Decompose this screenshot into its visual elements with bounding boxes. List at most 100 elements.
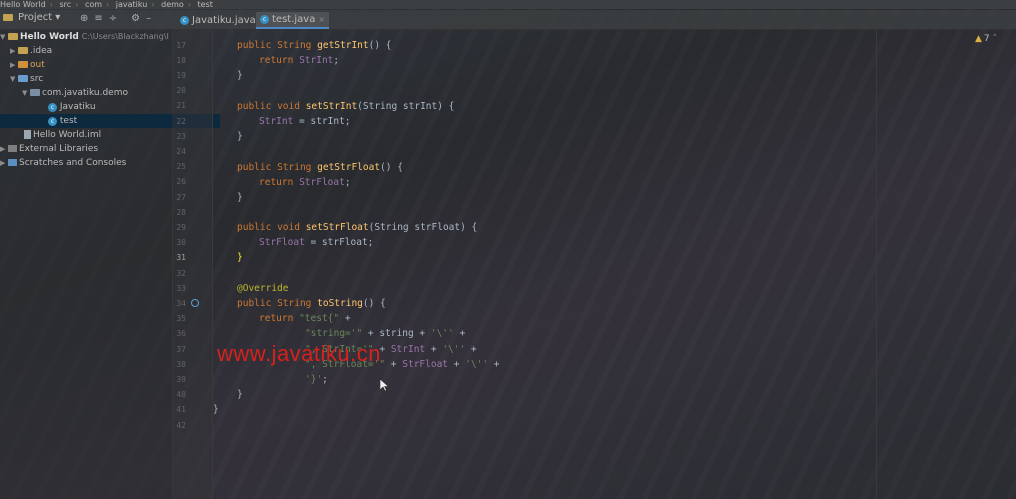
- tab-test[interactable]: c test.java ×: [256, 11, 330, 29]
- tree-item-label: out: [30, 60, 45, 70]
- tree-item-label: Scratches and Consoles: [19, 158, 127, 168]
- locate-icon[interactable]: ⊕: [80, 13, 88, 24]
- chevron-down-icon[interactable]: ▼: [22, 86, 30, 100]
- line-number: 34: [176, 299, 186, 308]
- line-number: 20: [176, 86, 186, 95]
- project-view-selector[interactable]: Project ▾: [3, 12, 60, 23]
- class-icon: c: [260, 15, 269, 24]
- line-number: 32: [176, 269, 186, 278]
- code-line: }: [213, 404, 219, 415]
- line-number: 18: [176, 56, 186, 65]
- code-line: }: [237, 252, 243, 263]
- code-line: return StrFloat;: [259, 177, 351, 188]
- tree-item-src[interactable]: ▼ src: [0, 72, 182, 86]
- tree-item-out[interactable]: ▶ out: [0, 58, 182, 72]
- tab-label: Javatiku.java: [192, 15, 256, 26]
- tree-item-label: Hello World: [20, 32, 79, 42]
- tree-item-label: External Libraries: [19, 144, 99, 154]
- line-number: 33: [176, 284, 186, 293]
- tree-item-label: .idea: [30, 46, 53, 56]
- line-number: 17: [176, 41, 186, 50]
- close-icon[interactable]: ×: [318, 11, 325, 28]
- library-icon: [8, 145, 17, 152]
- line-number: 35: [176, 314, 186, 323]
- code-line: @Override: [237, 283, 289, 294]
- line-number: 41: [176, 405, 186, 414]
- folder-icon: [3, 14, 13, 21]
- code-line: }: [237, 192, 243, 203]
- line-number: 23: [176, 132, 186, 141]
- code-line: }: [237, 70, 243, 81]
- tree-item-label: src: [30, 74, 44, 84]
- line-number: 30: [176, 238, 186, 247]
- watermark-text: www.javatiku.cn: [217, 341, 382, 366]
- tree-item-hello-world[interactable]: ▼ Hello World C:\Users\Blackzhang\I: [0, 30, 172, 44]
- code-line: public String toString() {: [237, 298, 386, 309]
- line-number: 27: [176, 193, 186, 202]
- chevron-right-icon[interactable]: ▶: [10, 58, 18, 72]
- line-number: 21: [176, 101, 186, 110]
- chevron-down-icon[interactable]: ▼: [10, 72, 18, 86]
- code-line: "string='" + string + '\'' +: [305, 328, 466, 339]
- code-line: return StrInt;: [259, 55, 340, 66]
- line-number-gutter[interactable]: 17 18 19 20 21 22 23 24 25 26 27 28 29 3…: [172, 30, 213, 499]
- hide-icon[interactable]: –: [146, 13, 151, 24]
- breadcrumb-item[interactable]: test: [198, 0, 213, 9]
- line-number: 40: [176, 390, 186, 399]
- breadcrumb-item[interactable]: com: [85, 0, 102, 9]
- breadcrumb: Hello World › src › com › javatiku › demo › t…: [0, 0, 1016, 9]
- folder-icon: [18, 61, 28, 68]
- source-folder-icon: [18, 75, 28, 82]
- package-icon: [30, 89, 40, 96]
- folder-icon: [18, 47, 28, 54]
- chevron-right-icon[interactable]: ▶: [10, 44, 18, 58]
- code-line: '}';: [305, 374, 328, 385]
- scratches-icon: [8, 159, 17, 166]
- line-number: 29: [176, 223, 186, 232]
- code-line: public void setStrFloat(String strFloat)…: [237, 222, 478, 233]
- line-number: 25: [176, 162, 186, 171]
- tree-item-idea[interactable]: ▶ .idea: [0, 44, 182, 58]
- tree-item-label: Hello World.iml: [33, 130, 102, 140]
- breadcrumb-item[interactable]: demo: [161, 0, 184, 9]
- line-number: 26: [176, 177, 186, 186]
- line-number: 22: [176, 117, 186, 126]
- code-line: StrInt = strInt;: [259, 116, 351, 127]
- tree-item-package[interactable]: ▼ com.javatiku.demo: [0, 86, 194, 100]
- expand-all-icon[interactable]: ≡: [94, 13, 102, 24]
- project-label: Project: [18, 12, 53, 23]
- tree-item-label: test: [59, 116, 78, 126]
- breadcrumb-item[interactable]: Hello World: [0, 0, 46, 9]
- override-marker-icon[interactable]: [191, 299, 199, 307]
- line-number: 42: [176, 421, 186, 430]
- breadcrumb-item[interactable]: javatiku: [116, 0, 148, 9]
- class-icon: c: [180, 16, 189, 25]
- tree-item-label: Javatiku: [59, 102, 96, 112]
- tab-label: test.java: [272, 14, 316, 25]
- code-line: }: [237, 131, 243, 142]
- code-editor[interactable]: public String getStrInt() { return StrIn…: [213, 30, 1016, 499]
- line-number: 28: [176, 208, 186, 217]
- collapse-all-icon[interactable]: ÷: [109, 13, 117, 24]
- code-line: public void setStrInt(String strInt) {: [237, 101, 455, 112]
- tree-item-label: com.javatiku.demo: [42, 88, 128, 98]
- gear-icon[interactable]: ⚙: [131, 13, 140, 24]
- code-line: }: [237, 389, 243, 400]
- line-number: 37: [176, 345, 186, 354]
- code-line: public String getStrFloat() {: [237, 162, 403, 173]
- code-line: StrFloat = strFloat;: [259, 237, 374, 248]
- chevron-down-icon[interactable]: ▼: [0, 30, 8, 44]
- chevron-right-icon[interactable]: ▶: [0, 156, 8, 170]
- line-number: 19: [176, 71, 186, 80]
- module-file-icon: [24, 130, 31, 139]
- line-number: 39: [176, 375, 186, 384]
- breadcrumb-item[interactable]: src: [60, 0, 72, 9]
- project-tree: ▼ Hello World C:\Users\Blackzhang\I ▶ .ide…: [0, 30, 220, 499]
- tree-item-scratches[interactable]: ▶ Scratches and Consoles: [0, 156, 172, 170]
- project-path: C:\Users\Blackzhang\I: [81, 32, 169, 41]
- chevron-right-icon[interactable]: ▶: [0, 142, 8, 156]
- line-number: 38: [176, 360, 186, 369]
- tree-item-external-libraries[interactable]: ▶ External Libraries: [0, 142, 172, 156]
- tool-window-header: Project ▾ ⊕ ≡ ÷ ⚙ –: [0, 10, 1016, 30]
- tree-item-iml[interactable]: Hello World.iml: [0, 128, 196, 142]
